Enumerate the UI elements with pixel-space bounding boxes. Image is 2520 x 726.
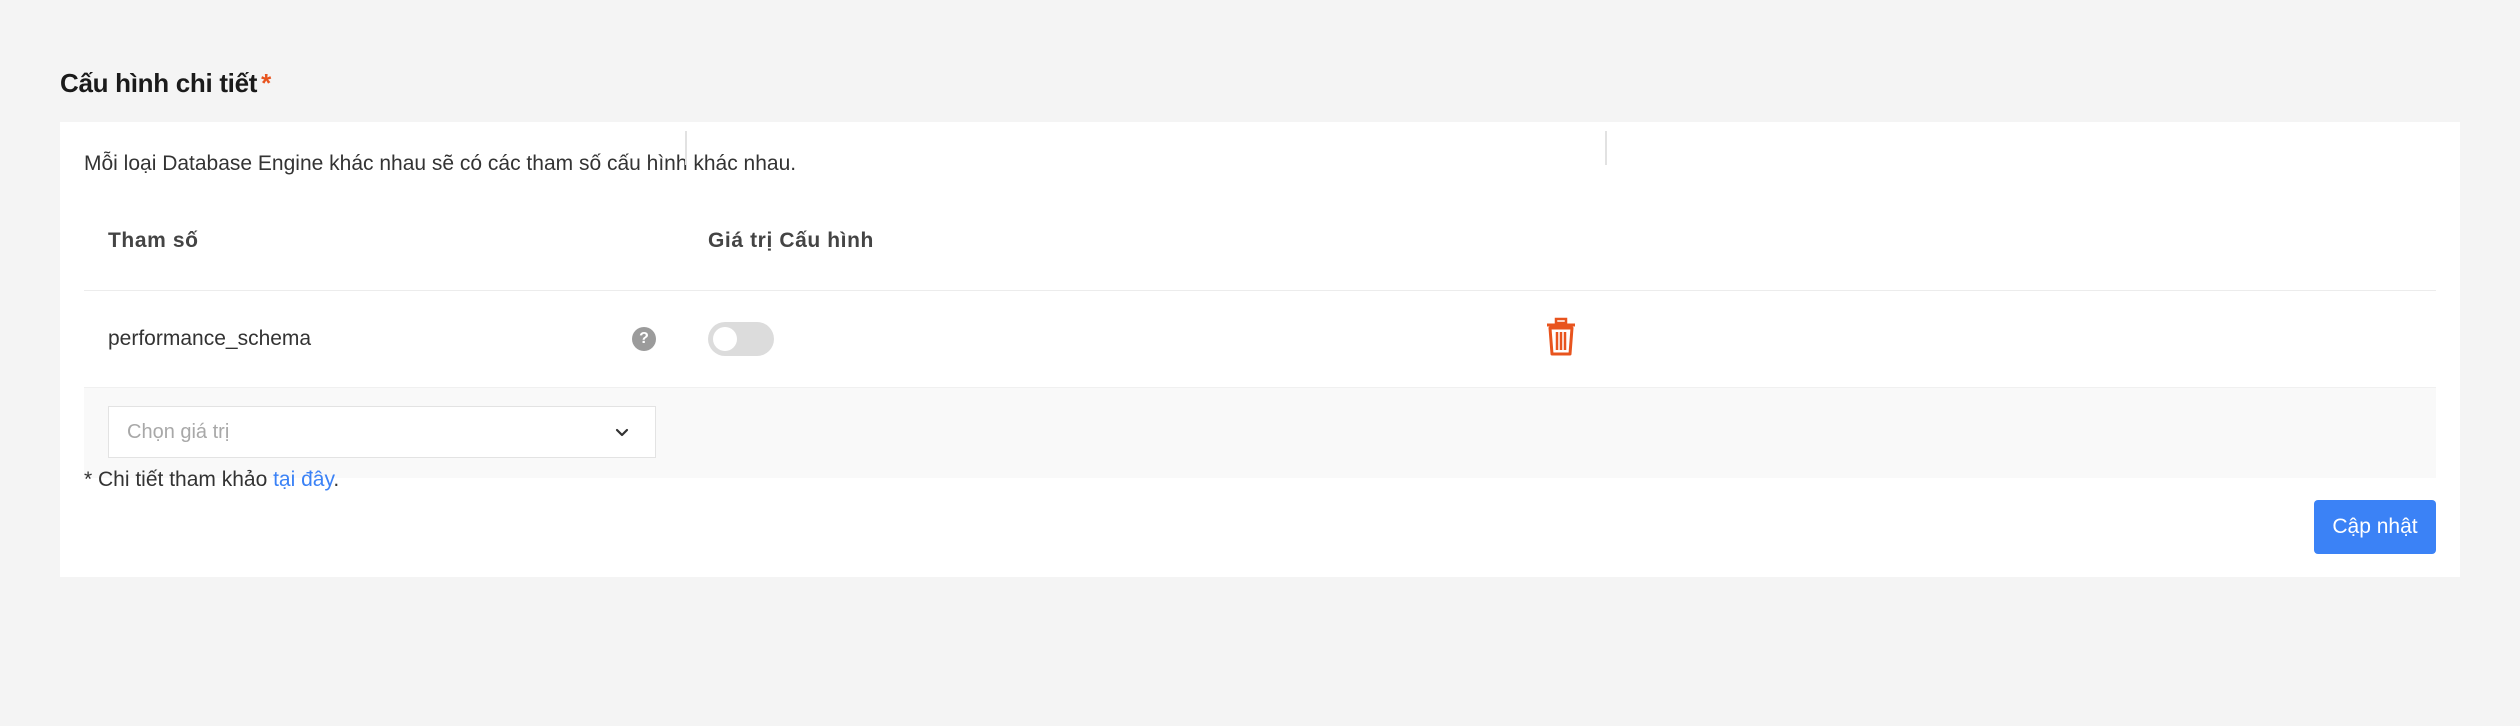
column-separator	[685, 131, 687, 165]
trash-icon[interactable]	[1544, 317, 1578, 357]
section-title-text: Cấu hình chi tiết	[60, 68, 258, 98]
column-separator	[1605, 131, 1607, 165]
trash-icon-graphic	[1547, 317, 1575, 356]
config-table: Tham số Giá trị Cấu hình performance_sch…	[84, 210, 2436, 478]
page: Cấu hình chi tiết * Mỗi loại Database Eng…	[0, 0, 2520, 726]
update-button[interactable]: Cập nhật	[2314, 500, 2436, 554]
chevron-down-icon	[615, 428, 629, 437]
question-circle-icon[interactable]: ?	[632, 327, 656, 351]
reference-link[interactable]: tại đây	[273, 468, 333, 491]
param-select-placeholder: Chọn giá trị	[127, 421, 230, 443]
column-header-param: Tham số	[108, 229, 199, 252]
reference-note: * Chi tiết tham khảo tại đây.	[84, 468, 339, 492]
add-param-row: Chọn giá trị	[84, 388, 2436, 478]
param-select[interactable]: Chọn giá trị	[108, 406, 656, 458]
param-name: performance_schema	[108, 327, 312, 350]
config-card: Mỗi loại Database Engine khác nhau sẽ có…	[60, 122, 2460, 577]
column-header-value: Giá trị Cấu hình	[708, 229, 874, 252]
config-description: Mỗi loại Database Engine khác nhau sẽ có…	[84, 152, 797, 175]
toggle-knob	[713, 327, 737, 351]
table-header: Tham số Giá trị Cấu hình	[84, 210, 2436, 291]
reference-note-prefix: * Chi tiết tham khảo	[84, 468, 274, 491]
section-title: Cấu hình chi tiết *	[60, 68, 271, 99]
value-toggle[interactable]	[708, 322, 774, 356]
table-row: performance_schema ?	[84, 291, 2436, 388]
required-mark: *	[261, 68, 271, 98]
reference-note-suffix: .	[333, 468, 340, 491]
